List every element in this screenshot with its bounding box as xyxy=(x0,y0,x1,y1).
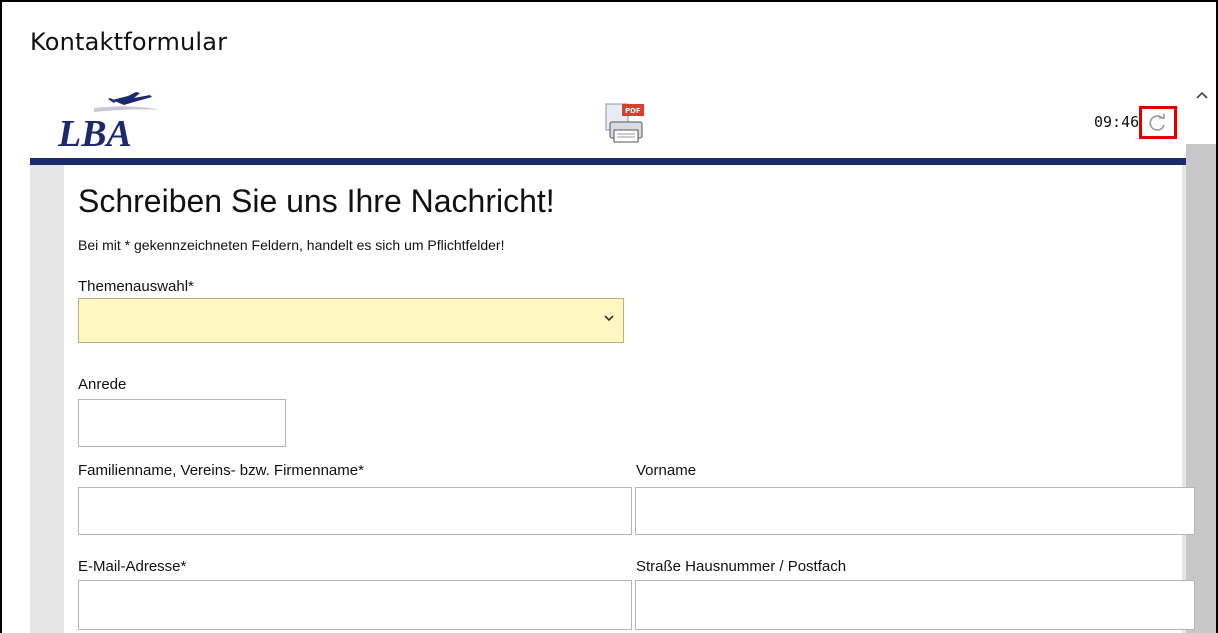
topic-select[interactable] xyxy=(78,298,624,343)
email-field[interactable] xyxy=(78,580,632,630)
street-field[interactable] xyxy=(635,580,1195,630)
pdf-print-icon[interactable]: PDF xyxy=(602,102,648,146)
airplane-logo-icon: LBA xyxy=(57,92,160,155)
required-note: Bei mit * gekennzeichneten Feldern, hand… xyxy=(78,237,505,253)
svg-text:LBA: LBA xyxy=(57,113,132,152)
topic-label: Themenauswahl* xyxy=(78,278,194,295)
header-divider xyxy=(30,158,1186,165)
last-name-label: Familienname, Vereins- bzw. Firmenname* xyxy=(78,462,364,479)
contact-form-window: Kontaktformular LBA PDF 09:46 Schreiben … xyxy=(0,0,1218,633)
window-title: Kontaktformular xyxy=(30,28,228,56)
salutation-label: Anrede xyxy=(78,376,127,393)
refresh-icon xyxy=(1149,113,1165,131)
lba-logo: LBA xyxy=(54,86,164,155)
email-label: E-Mail-Adresse* xyxy=(78,558,187,575)
first-name-field[interactable] xyxy=(635,487,1195,535)
last-name-field[interactable] xyxy=(78,487,632,535)
session-time: 09:46 xyxy=(1094,113,1140,131)
form-content: Schreiben Sie uns Ihre Nachricht! Bei mi… xyxy=(64,165,1195,633)
chevron-up-icon xyxy=(1196,91,1208,99)
chevron-down-icon xyxy=(604,315,614,322)
right-gutter xyxy=(1182,165,1186,633)
form-heading: Schreiben Sie uns Ihre Nachricht! xyxy=(78,183,555,219)
refresh-button[interactable] xyxy=(1139,106,1177,139)
scrollbar[interactable] xyxy=(1186,144,1216,633)
first-name-label: Vorname xyxy=(636,462,697,479)
scroll-up-button[interactable] xyxy=(1188,82,1216,108)
street-label: Straße Hausnummer / Postfach xyxy=(636,558,847,575)
salutation-field[interactable] xyxy=(78,399,286,447)
svg-text:PDF: PDF xyxy=(625,107,641,115)
left-gutter xyxy=(30,165,64,633)
